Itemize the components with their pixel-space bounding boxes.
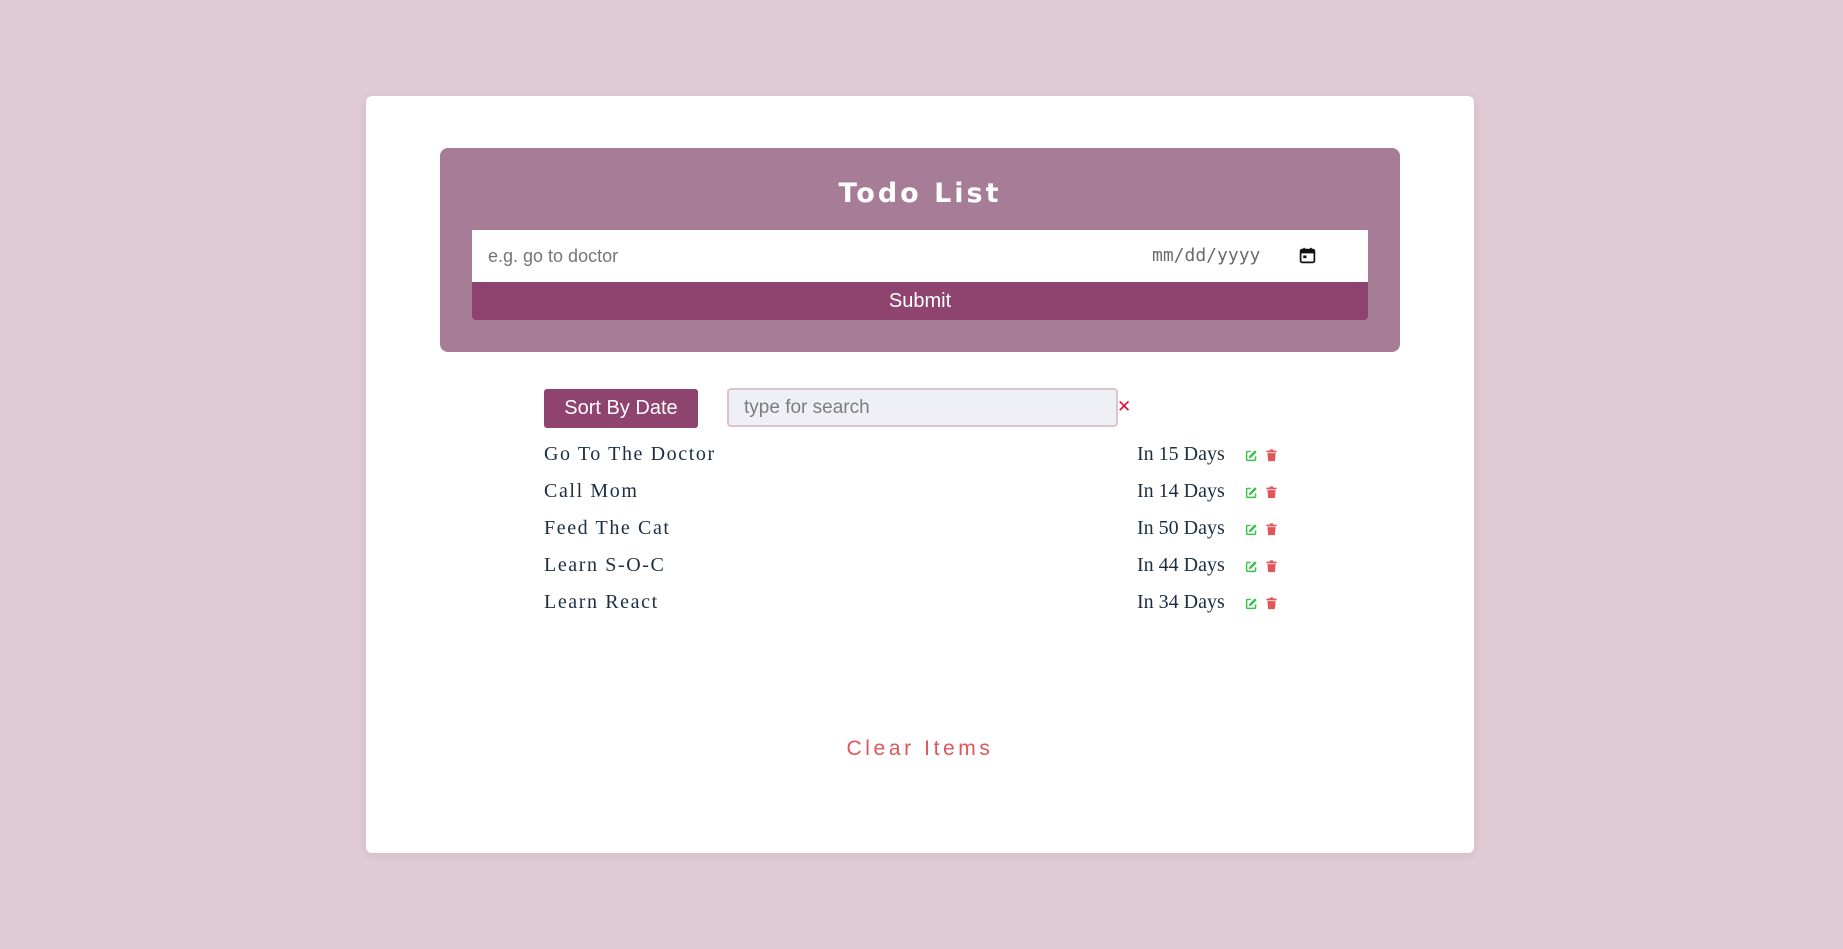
edit-icon[interactable]	[1245, 449, 1258, 462]
date-input[interactable]: mm/dd/yyyy	[1152, 230, 1368, 282]
submit-button[interactable]: Submit	[472, 282, 1368, 320]
todo-input-row: mm/dd/yyyy	[472, 230, 1368, 282]
list-item: Learn S-O-C In 44 Days	[544, 553, 1304, 590]
list-item: Call Mom In 14 Days	[544, 479, 1304, 516]
todo-list: Go To The Doctor In 15 Days Call Mom In …	[544, 442, 1304, 627]
trash-icon[interactable]	[1266, 560, 1277, 573]
list-item: Go To The Doctor In 15 Days	[544, 442, 1304, 479]
todo-input[interactable]	[472, 230, 1152, 282]
edit-icon[interactable]	[1245, 486, 1258, 499]
edit-icon[interactable]	[1245, 523, 1258, 536]
todo-due: In 44 Days	[1137, 554, 1225, 576]
list-item: Feed The Cat In 50 Days	[544, 516, 1304, 553]
edit-icon[interactable]	[1245, 597, 1258, 610]
sort-by-date-button[interactable]: Sort By Date	[544, 389, 698, 428]
clear-search-icon[interactable]: ✕	[1117, 396, 1131, 418]
todo-due: In 50 Days	[1137, 517, 1225, 539]
list-item: Learn React In 34 Days	[544, 590, 1304, 627]
search-input[interactable]	[727, 388, 1118, 427]
clear-items-button[interactable]: Clear Items	[847, 737, 994, 760]
todo-title: Go To The Doctor	[544, 443, 716, 465]
trash-icon[interactable]	[1266, 486, 1277, 499]
trash-icon[interactable]	[1266, 597, 1277, 610]
todo-title: Call Mom	[544, 480, 639, 502]
todo-due: In 14 Days	[1137, 480, 1225, 502]
trash-icon[interactable]	[1266, 523, 1277, 536]
date-placeholder: mm/dd/yyyy	[1152, 245, 1261, 266]
trash-icon[interactable]	[1266, 449, 1277, 462]
todo-title: Feed The Cat	[544, 517, 671, 539]
edit-icon[interactable]	[1245, 560, 1258, 573]
todo-form-panel: Todo List mm/dd/yyyy Submit	[440, 148, 1400, 352]
todo-card: Todo List mm/dd/yyyy Submit Sort By Date…	[366, 96, 1474, 853]
todo-title: Learn React	[544, 591, 659, 613]
todo-title: Learn S-O-C	[544, 554, 666, 576]
todo-due: In 15 Days	[1137, 443, 1225, 465]
app-title: Todo List	[838, 178, 1002, 209]
calendar-icon[interactable]	[1299, 247, 1316, 264]
clear-items-row: Clear Items	[366, 736, 1474, 762]
todo-due: In 34 Days	[1137, 591, 1225, 613]
